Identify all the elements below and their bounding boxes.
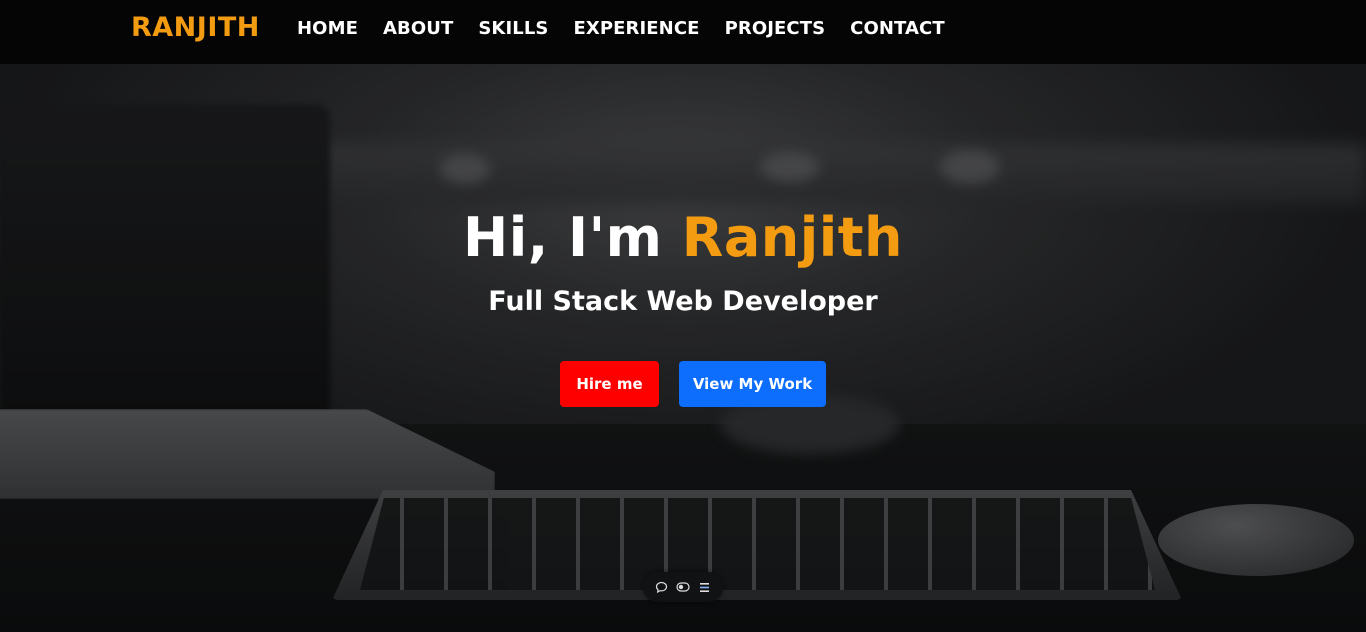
nav-link-home[interactable]: HOME — [297, 18, 358, 39]
toggle-icon[interactable] — [676, 580, 690, 594]
nav-link-experience[interactable]: EXPERIENCE — [573, 18, 699, 39]
floating-toolbar — [643, 572, 723, 602]
chat-bubble-icon[interactable] — [655, 580, 669, 594]
view-my-work-button[interactable]: View My Work — [679, 361, 826, 407]
hero-name: Ranjith — [681, 206, 903, 269]
hero-section — [0, 64, 1366, 632]
hero-greeting: Hi, I'm — [463, 206, 663, 269]
nav-link-skills[interactable]: SKILLS — [478, 18, 548, 39]
hero-overlay — [0, 64, 1366, 632]
nav-link-projects[interactable]: PROJECTS — [725, 18, 826, 39]
nav-links: HOME ABOUT SKILLS EXPERIENCE PROJECTS CO… — [297, 18, 970, 39]
hero-title: Hi, I'm Ranjith — [0, 206, 1366, 269]
hire-me-button[interactable]: Hire me — [560, 361, 659, 407]
hero-subtitle: Full Stack Web Developer — [488, 286, 878, 317]
navbar: RANJITH HOME ABOUT SKILLS EXPERIENCE PRO… — [0, 0, 1366, 64]
brand-logo[interactable]: RANJITH — [131, 12, 260, 43]
nav-link-contact[interactable]: CONTACT — [850, 18, 945, 39]
list-icon[interactable] — [697, 580, 711, 594]
nav-link-about[interactable]: ABOUT — [383, 18, 453, 39]
